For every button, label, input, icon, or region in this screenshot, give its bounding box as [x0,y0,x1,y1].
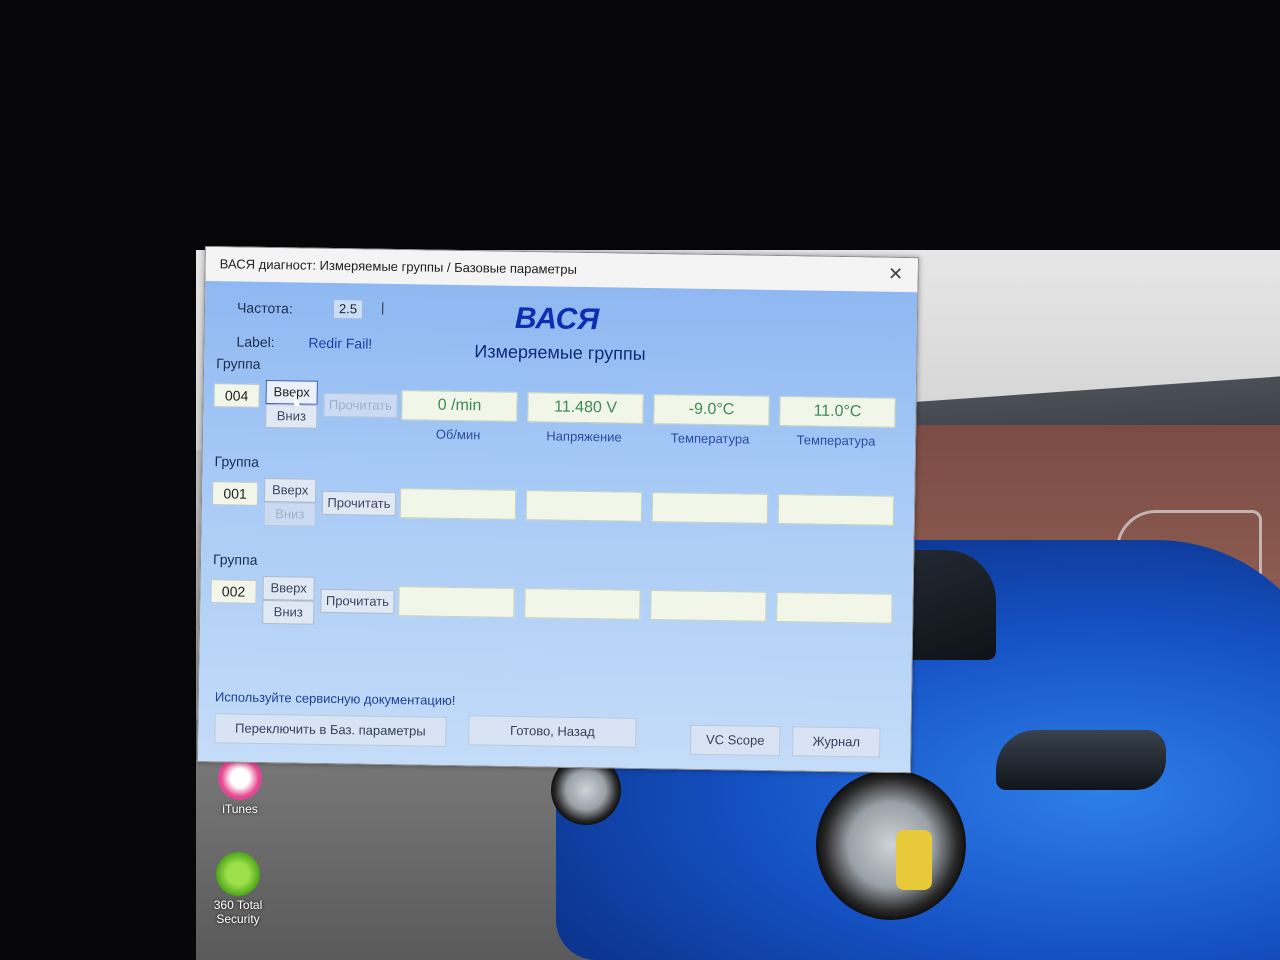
group-1-down-button[interactable]: Вниз [265,403,318,429]
group-1-value-3: -9.0°C [653,394,770,426]
group-1-up-button[interactable]: Вверх [265,379,318,405]
brand-title: ВАСЯ [514,301,600,337]
group-2-value-4 [777,494,895,526]
window-title: ВАСЯ диагност: Измеряемые группы / Базов… [219,256,578,277]
security-360-icon [216,852,260,896]
group-2-up-button[interactable]: Вверх [263,477,317,503]
frequency-label: Частота: [236,299,293,317]
group-3-down-button[interactable]: Вниз [262,599,315,625]
group-1-value-4: 11.0°C [779,396,896,428]
group-1-number-field[interactable]: 004 [213,383,260,408]
window-client-area: Частота: 2.5 | Label: Redir Fail! ВАСЯ И… [197,281,918,773]
frequency-value: 2.5 [332,299,364,320]
group-3-read-button[interactable]: Прочитать [320,588,395,615]
service-doc-note: Используйте сервисную документацию! [214,689,456,708]
wallpaper-front-wheel [816,770,966,920]
itunes-label: iTunes [222,802,258,816]
group-3-value-1 [398,586,515,618]
group-1-unit-2: Напряжение [546,428,622,445]
group-3-heading: Группа [212,551,258,568]
desktop-icon-360-security[interactable]: 360 Total Security [203,852,273,926]
group-1-read-button[interactable]: Прочитать [323,392,398,419]
label-caption: Label: [236,333,275,351]
vc-scope-button[interactable]: VC Scope [690,724,781,757]
group-1-unit-3: Температура [670,430,750,447]
group-3-up-button[interactable]: Вверх [262,575,315,601]
group-1-value-1: 0 /min [401,390,518,422]
security-label-line1: 360 Total [213,898,263,912]
group-3-value-4 [776,592,893,624]
group-1-unit-1: Об/мин [435,426,481,443]
mouse-pointer-icon [294,392,300,406]
desktop-icon-itunes[interactable]: iTunes [205,756,275,816]
log-button[interactable]: Журнал [792,726,881,758]
group-2-value-2 [525,490,643,522]
done-back-button[interactable]: Готово, Назад [468,715,637,748]
group-2-number-field[interactable]: 001 [211,481,259,506]
page-subtitle: Измеряемые группы [474,341,646,364]
group-2-value-1 [399,488,517,520]
group-2-read-button[interactable]: Прочитать [321,490,397,517]
group-2-down-button[interactable]: Вниз [263,501,316,527]
vcds-measuring-window: ВАСЯ диагност: Измеряемые группы / Базов… [196,246,919,774]
close-icon[interactable]: ✕ [883,264,907,285]
group-1-unit-4: Температура [796,432,876,449]
security-label-line2: Security [216,912,260,926]
wallpaper-car-headlight [996,730,1166,790]
group-3-value-2 [524,588,641,620]
group-1-value-2: 11.480 V [527,392,644,424]
group-3-value-3 [650,590,767,622]
label-value: Redir Fail! [308,334,373,352]
switch-basic-settings-button[interactable]: Переключить в Баз. параметры [214,713,447,747]
group-2-heading: Группа [214,453,260,470]
wallpaper-brake-caliper [896,830,932,890]
group-1-heading: Группа [216,355,261,372]
frequency-tick: | [380,299,385,315]
group-3-number-field[interactable]: 002 [210,579,257,604]
group-2-value-3 [651,492,769,524]
